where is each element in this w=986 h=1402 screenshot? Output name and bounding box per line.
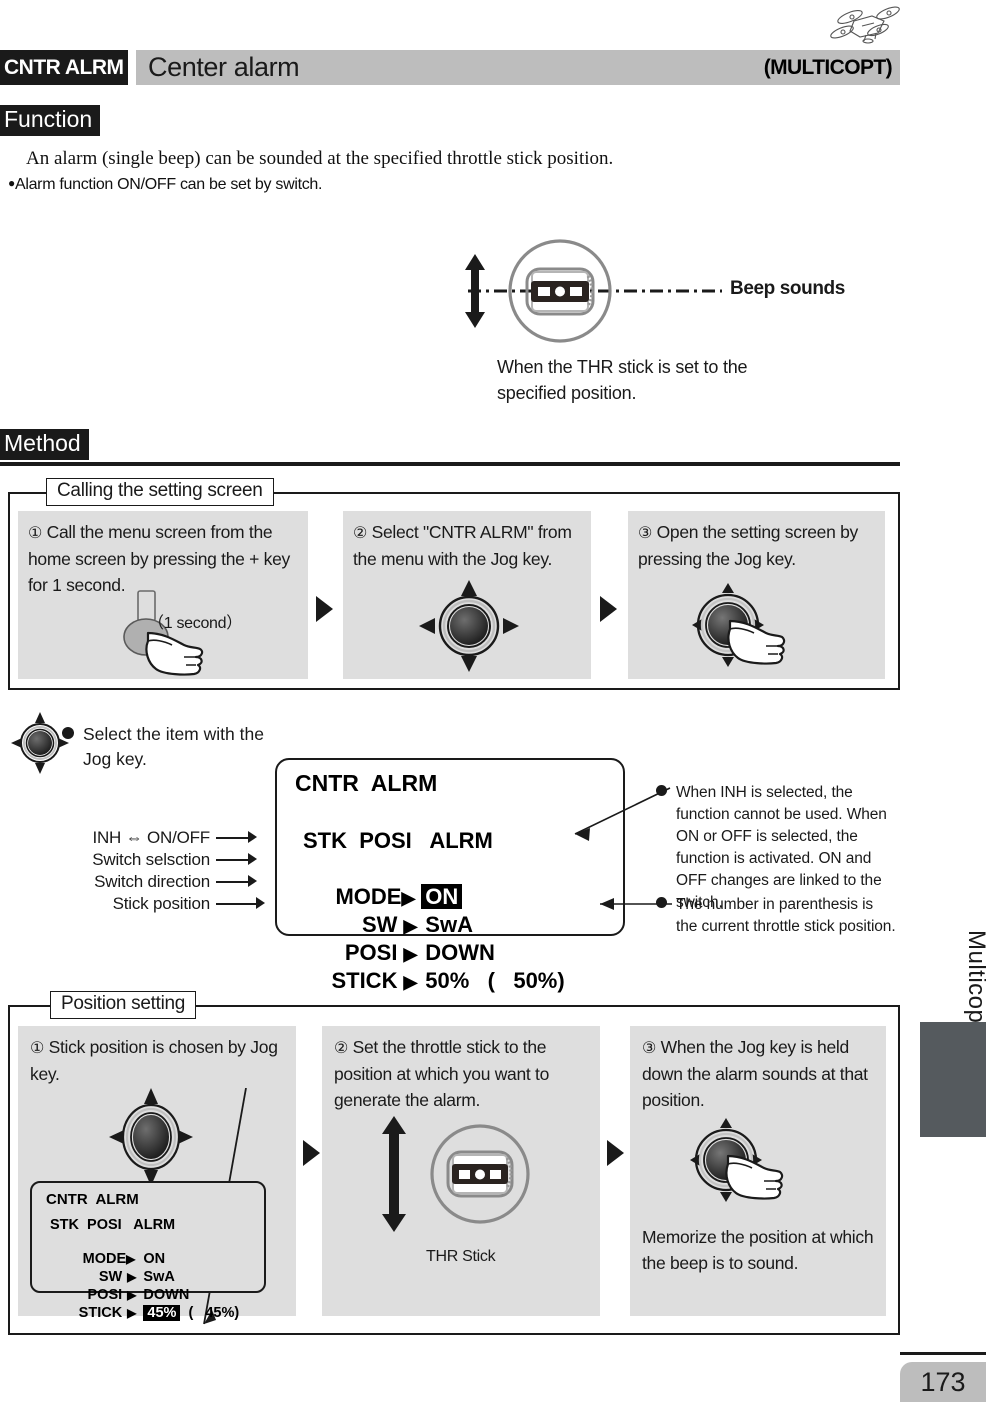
lcd-small-row-stick-arrow: ▶ <box>127 1306 137 1320</box>
lcd-small-header-row: STK POSI ALRM <box>50 1217 176 1233</box>
bullet-icon <box>656 785 667 796</box>
callout-switch-selection: Switch selsction <box>92 850 210 869</box>
next-step-arrow-icon-4 <box>607 1140 624 1166</box>
callout-stick-position-arrow <box>256 897 265 909</box>
calling-step-2-body: Select "CNTR ALRM" from the menu with th… <box>353 522 572 569</box>
position-step-3-body: When the Jog key is held down the alarm … <box>642 1037 868 1111</box>
lcd-main-row-stick-value[interactable]: 50% ( 50%) <box>425 968 564 993</box>
calling-step-3-body: Open the setting screen by pressing the … <box>638 522 858 569</box>
lcd-small-row-stick-label: STICK <box>78 1305 123 1321</box>
lcd-small-title: CNTR ALRM <box>46 1191 139 1208</box>
jog-key-note: Select the item with the Jog key. <box>62 722 292 773</box>
next-step-arrow-icon-1 <box>316 596 333 622</box>
drone-line-art-icon <box>830 6 900 44</box>
lcd-main-title: CNTR ALRM <box>295 770 438 796</box>
function-description: An alarm (single beep) can be sounded at… <box>26 148 614 169</box>
note-parenthesis-description-text: The number in parenthesis is the current… <box>676 896 896 935</box>
next-step-arrow-icon-2 <box>600 596 617 622</box>
calling-step-2: ② Select "CNTR ALRM" from the menu with … <box>343 511 591 679</box>
side-chapter-tab <box>920 1022 986 1137</box>
position-step-3-text: ③ When the Jog key is held down the alar… <box>642 1034 878 1114</box>
page-header: CNTR ALRM Center alarm (MULTICOPT) <box>0 50 900 85</box>
bullet-icon <box>656 897 667 908</box>
bullet-icon: ● <box>8 176 15 190</box>
method-divider <box>0 462 900 466</box>
thr-stick-caption: When the THR stick is set to the specifi… <box>497 357 748 403</box>
section-tag-function: Function <box>0 105 101 137</box>
callout-stick-position-line <box>216 903 256 905</box>
position-setting-legend: Position setting <box>50 991 197 1019</box>
calling-step-1-number: ① <box>28 525 43 542</box>
jog-key-fourway-icon-note <box>11 712 69 774</box>
page-title: Center alarm <box>148 52 300 82</box>
callout-switch-direction-arrow <box>248 875 257 887</box>
position-step-2-text: ② Set the throttle stick to the position… <box>334 1034 592 1114</box>
position-step-2-body: Set the throttle stick to the position a… <box>334 1037 550 1111</box>
jog-key-press-hand-icon-pos <box>690 1118 784 1202</box>
calling-step-3-text: ③ Open the setting screen by pressing th… <box>638 519 879 572</box>
position-step-1-number: ① <box>30 1040 45 1057</box>
note-parenthesis-description: The number in parenthesis is the current… <box>656 894 896 938</box>
lcd-small-row-stick-suffix: ( 45%) <box>188 1305 240 1321</box>
callout-stick-position: Stick position <box>112 894 211 913</box>
callout-switch-direction: Switch direction <box>94 872 210 891</box>
function-bullet-line: ●Alarm function ON/OFF can be set by swi… <box>8 176 868 194</box>
beep-illustration <box>465 239 722 343</box>
lcd-small-row-stick-value[interactable]: 45% <box>143 1305 181 1321</box>
position-step-3-number: ③ <box>642 1040 657 1057</box>
jog-key-press-hand-icon <box>692 583 786 667</box>
position-step-2: ② Set the throttle stick to the position… <box>322 1026 600 1316</box>
callout-inh-onoff: INH ⇔ ON/OFF <box>92 828 210 847</box>
callout-inh-onoff-arrow <box>248 831 257 843</box>
jog-key-fourway-icon <box>419 580 519 672</box>
position-step-3: ③ When the Jog key is held down the alar… <box>630 1026 886 1316</box>
section-tag-method: Method <box>0 429 89 461</box>
throttle-stick-top-view-icon-pos <box>382 1116 530 1232</box>
position-step-1: ① Stick position is chosen by Jog key. C… <box>18 1026 296 1325</box>
callout-switch-selection-arrow <box>248 853 257 865</box>
model-type-label: (MULTICOPT) <box>763 56 893 79</box>
callout-inh-onoff-line <box>216 837 248 839</box>
jog-key-fourway-icon-pos <box>109 1088 193 1186</box>
page-number-tab: 173 <box>900 1362 986 1402</box>
calling-step-1-text: ① Call the menu screen from the home scr… <box>28 519 302 599</box>
calling-step-3-number: ③ <box>638 525 653 542</box>
lcd-main-row-stick-label: STICK <box>331 968 398 993</box>
lcd-right-leaders <box>574 787 672 910</box>
plus-key-press-hand-icon <box>123 590 204 676</box>
throttle-stick-top-view-icon <box>525 267 595 316</box>
page-number: 173 <box>920 1367 966 1397</box>
page-footer-rule <box>900 1352 986 1355</box>
bullet-icon <box>62 727 74 739</box>
next-step-arrow-icon-3 <box>303 1140 320 1166</box>
position-step-1-text: ① Stick position is chosen by Jog key. <box>30 1034 288 1087</box>
lcd-small-row-stick: STICK ▶ 45% ( 45%) <box>40 1289 239 1337</box>
calling-step-1: ① Call the menu screen from the home scr… <box>18 511 308 679</box>
beep-sounds-label: Beep sounds <box>730 278 845 299</box>
position-step-2-number: ② <box>334 1040 349 1057</box>
calling-step-1-body: Call the menu screen from the home scree… <box>28 522 290 596</box>
calling-step-3: ③ Open the setting screen by pressing th… <box>628 511 885 679</box>
callout-switch-selection-line <box>216 859 248 861</box>
calling-step-2-text: ② Select "CNTR ALRM" from the menu with … <box>353 519 585 572</box>
lcd-small-screen: CNTR ALRM STK POSI ALRM MODE▶ ON SW ▶ SwA P… <box>30 1181 266 1321</box>
position-step-1-body: Stick position is chosen by Jog key. <box>30 1037 278 1084</box>
callout-switch-direction-line <box>216 881 248 883</box>
function-bullet-text: Alarm function ON/OFF can be set by swit… <box>14 176 323 193</box>
position-step-3-footer: Memorize the position at which the beep … <box>642 1227 874 1274</box>
thr-stick-sublabel: THR Stick <box>426 1248 496 1265</box>
jog-key-note-text: Select the item with the Jog key. <box>83 724 264 770</box>
lcd-main-row-stick-arrow: ▶ <box>403 972 418 992</box>
one-second-label: （1 second） <box>148 615 242 632</box>
calling-step-2-number: ② <box>353 525 368 542</box>
calling-setting-screen-legend: Calling the setting screen <box>46 478 274 506</box>
function-code-badge: CNTR ALRM <box>0 50 128 85</box>
